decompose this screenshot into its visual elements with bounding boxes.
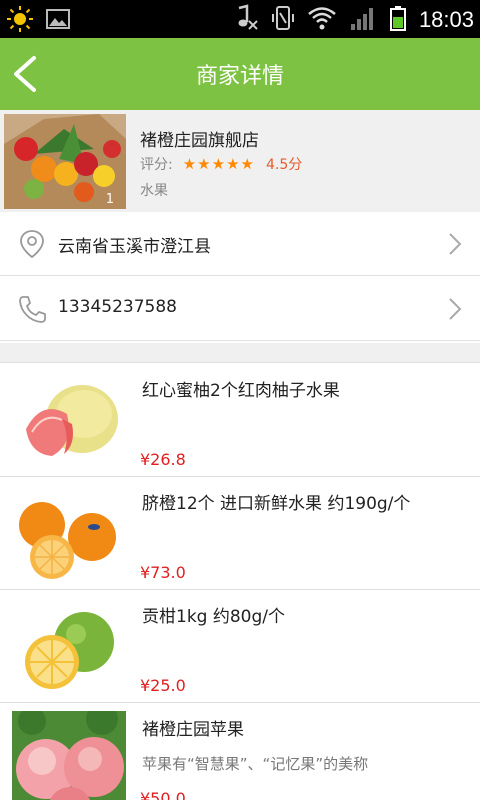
shop-image[interactable]: 1 (4, 114, 126, 209)
product-name: 脐橙12个 进口新鲜水果 约190g/个 (142, 494, 411, 514)
location-pin-icon (20, 230, 44, 259)
product-price: ¥50.0 (140, 789, 186, 800)
star-icon: ★ (226, 154, 240, 173)
product-price: ¥26.8 (140, 450, 186, 469)
star-icon: ★ (240, 154, 254, 173)
wifi-icon (307, 4, 337, 36)
address-text: 云南省玉溪市澄江县 (58, 237, 211, 257)
star-icon: ★ (182, 154, 197, 173)
phone-row[interactable]: 13345237588 (0, 277, 480, 341)
chevron-right-icon (449, 233, 462, 255)
image-count: 1 (105, 192, 114, 207)
title-bar: 商家详情 (0, 38, 480, 110)
product-description: 苹果有“智慧果”、“记忆果”的美称 (142, 755, 369, 773)
vibrate-icon (271, 4, 295, 36)
image-icon (44, 5, 72, 37)
rating-row: 评分: ★ ★ ★ ★ ★ 4.5分 (140, 154, 302, 174)
product-price: ¥73.0 (140, 563, 186, 582)
status-time: 18:03 (418, 7, 474, 32)
product-name: 红心蜜柚2个红肉柚子水果 (142, 381, 340, 401)
pomelo-image (12, 374, 126, 468)
star-icon: ★ (197, 154, 211, 173)
product-image (12, 600, 126, 694)
citrus-image (12, 600, 126, 694)
apple-image (12, 711, 126, 800)
star-icon: ★ (211, 154, 226, 173)
brightness-icon (6, 5, 34, 37)
product-item[interactable]: 贡柑1kg 约80g/个 ¥25.0 (0, 590, 480, 703)
product-name: 褚橙庄园苹果 (142, 720, 244, 740)
shop-header: 1 褚橙庄园旗舰店 评分: ★ ★ ★ ★ ★ 4.5分 水果 (0, 110, 480, 212)
music-mute-icon (233, 4, 259, 36)
product-name: 贡柑1kg 约80g/个 (142, 607, 286, 627)
phone-text: 13345237588 (58, 297, 177, 317)
rating-value: 4.5分 (265, 157, 303, 173)
shop-category: 水果 (140, 183, 168, 199)
chevron-right-icon (449, 298, 462, 320)
shop-name: 褚橙庄园旗舰店 (140, 131, 259, 151)
star-rating: ★ ★ ★ ★ ★ (182, 154, 254, 173)
orange-image (12, 487, 126, 581)
signal-icon (349, 4, 377, 36)
product-price: ¥25.0 (140, 676, 186, 695)
product-item[interactable]: 脐橙12个 进口新鲜水果 约190g/个 ¥73.0 (0, 477, 480, 590)
merchant-detail-screen: 18:03 商家详情 1 褚橙庄园旗舰店 评分: ★ ★ ★ ★ ★ 4.5分 … (0, 0, 480, 800)
product-image (12, 487, 126, 581)
product-item[interactable]: 褚橙庄园苹果 苹果有“智慧果”、“记忆果”的美称 ¥50.0 (0, 703, 480, 800)
section-divider (0, 343, 480, 363)
rating-label: 评分: (140, 157, 173, 173)
page-title: 商家详情 (195, 64, 284, 89)
status-right-icons: 18:03 (233, 4, 474, 36)
battery-icon (389, 4, 407, 36)
product-image (12, 374, 126, 468)
product-item[interactable]: 红心蜜柚2个红肉柚子水果 ¥26.8 (0, 364, 480, 477)
address-row[interactable]: 云南省玉溪市澄江县 (0, 212, 480, 276)
status-bar: 18:03 (0, 0, 480, 38)
phone-icon (19, 296, 46, 323)
status-left-icons (6, 5, 72, 37)
product-image (12, 711, 126, 800)
